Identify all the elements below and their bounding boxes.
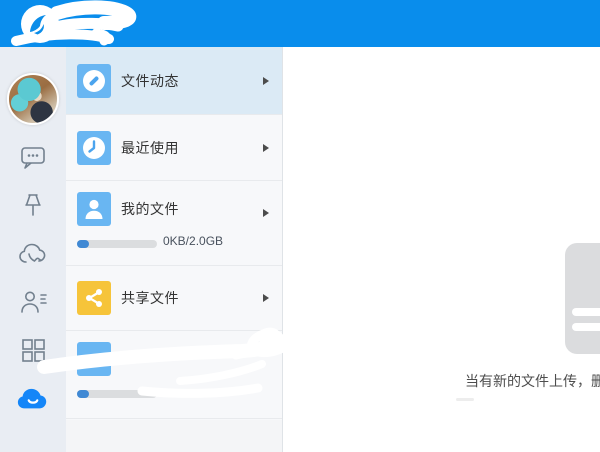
weiyun-window: 文件动态 最近使用 我的文件 0KB/2.0GB 共享文件 当有新的文件上传，删: [0, 0, 600, 452]
sidebar: [0, 47, 66, 452]
compass-icon: [77, 63, 111, 98]
avatar[interactable]: [7, 73, 59, 125]
menu-item-file-activity[interactable]: 文件动态: [66, 47, 282, 115]
menu-item-label: 文件动态: [121, 72, 179, 89]
storage-progressbar: [77, 390, 157, 398]
storage-progress-fill: [77, 240, 89, 248]
call-icon[interactable]: [16, 239, 50, 269]
empty-state-text: 当有新的文件上传，删: [465, 373, 600, 389]
faint-mark: [456, 398, 474, 401]
menu-item-my-files[interactable]: 我的文件 0KB/2.0GB: [66, 181, 282, 266]
illustration-line: [572, 308, 600, 316]
contacts-icon[interactable]: [16, 287, 50, 317]
menu-item-label: 共享文件: [121, 290, 179, 306]
menu-item-label: 最近使用: [121, 139, 179, 156]
menu-item-recent[interactable]: 最近使用: [66, 115, 282, 181]
pin-icon[interactable]: [16, 191, 50, 221]
menu-panel-footer: [66, 420, 282, 452]
main-content: 当有新的文件上传，删: [284, 47, 600, 452]
scribbled-logo: [11, 0, 137, 46]
storage-progress-fill: [77, 390, 89, 398]
menu-panel: 文件动态 最近使用 我的文件 0KB/2.0GB 共享文件: [66, 47, 283, 452]
app-header: [0, 0, 600, 47]
clock-icon: [77, 130, 111, 165]
storage-usage-text: 0KB/2.0GB: [163, 234, 224, 248]
chevron-right-icon: [263, 209, 269, 217]
redacted-icon: [77, 342, 111, 376]
chevron-right-icon: [263, 294, 269, 302]
share-icon: [77, 281, 111, 315]
chevron-right-icon: [263, 76, 269, 85]
apps-grid-icon[interactable]: [16, 335, 50, 365]
illustration-line: [572, 323, 600, 331]
empty-state-illustration: [565, 243, 600, 354]
chat-icon[interactable]: [16, 143, 50, 173]
menu-item-redacted[interactable]: [66, 331, 282, 419]
storage-progressbar: [77, 240, 157, 248]
menu-item-shared-files[interactable]: 共享文件: [66, 266, 282, 331]
cloud-icon[interactable]: [16, 383, 50, 413]
chevron-right-icon: [263, 143, 269, 152]
menu-item-label: 我的文件: [121, 201, 179, 217]
user-icon: [77, 192, 111, 226]
